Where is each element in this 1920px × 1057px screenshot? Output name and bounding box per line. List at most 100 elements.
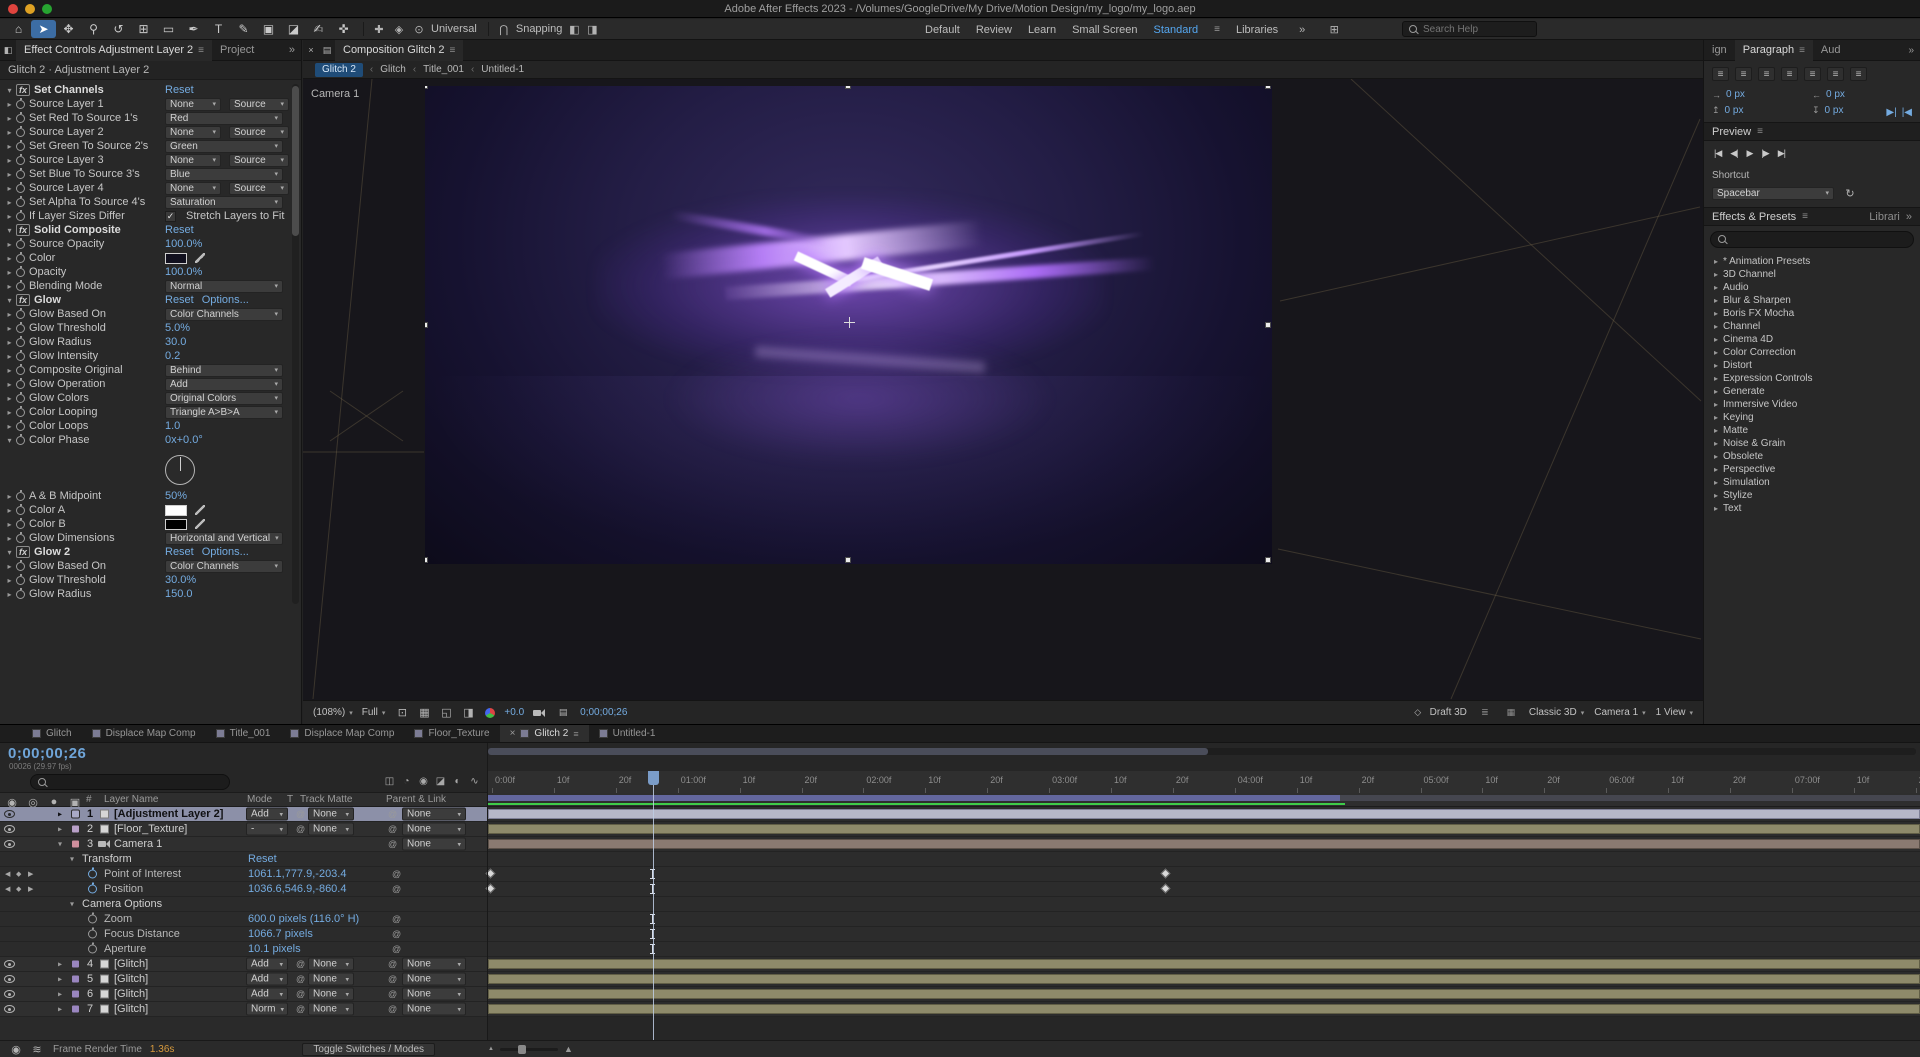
effect-row-color-loops[interactable]: ▸ Color Loops 1.0 <box>0 419 292 433</box>
workspace-learn[interactable]: Learn <box>1028 24 1056 36</box>
effect-row-source-opacity[interactable]: ▸ Source Opacity 100.0% <box>0 237 292 251</box>
keyframe-diamond[interactable] <box>1160 868 1171 879</box>
layer-entry-7[interactable]: ▸ 7 [Glitch] Norm ▾ @ None ▾ @ None ▾ <box>0 1002 488 1017</box>
effect-row-source-layer-3[interactable]: ▸ Source Layer 3 None ▾ Source ▾ <box>0 153 292 167</box>
anchor-point-crosshair[interactable] <box>844 317 855 328</box>
parent-pickwhip-icon[interactable]: @ <box>388 824 397 834</box>
layer-color-label[interactable] <box>71 809 80 819</box>
track-area[interactable] <box>488 807 1920 822</box>
breadcrumb-title-001[interactable]: Title_001 <box>423 64 464 75</box>
transparency-grid-icon[interactable]: ▦ <box>416 705 432 721</box>
axis-mode-label[interactable]: Universal <box>431 23 477 35</box>
blend-mode-dropdown[interactable]: Add ▾ <box>246 807 288 821</box>
tab-audio[interactable]: Aud <box>1813 40 1849 61</box>
exposure-value[interactable]: +0.0 <box>504 707 524 718</box>
blend-mode-dropdown[interactable]: Add ▾ <box>246 957 288 971</box>
stopwatch-icon[interactable] <box>16 237 25 249</box>
previous-keyframe-icon[interactable]: ◀ <box>5 870 10 878</box>
track-area[interactable] <box>488 912 1920 927</box>
dropdown[interactable]: Add ▾ <box>165 377 283 391</box>
timeline-tab-glitch-2[interactable]: × Glitch 2 ≡ <box>499 725 589 742</box>
track-matte-dropdown[interactable]: None ▾ <box>308 1002 354 1016</box>
time-ruler[interactable]: 0:00f 10f 20f 01:00f 10f 20f 02:00f 10f 20f 03:00… <box>488 771 1920 793</box>
dropdown[interactable]: Color Channels ▾ <box>165 307 283 321</box>
timeline-tab-glitch[interactable]: Glitch <box>22 725 82 742</box>
column-mode[interactable]: Mode <box>247 794 272 805</box>
layer-entry-5[interactable]: ▸ 5 [Glitch] Add ▾ @ None ▾ @ None ▾ <box>0 972 488 987</box>
checkbox[interactable]: ✓ <box>165 210 176 222</box>
effect-row-composite-original[interactable]: ▸ Composite Original Behind ▾ <box>0 363 292 377</box>
track-area[interactable] <box>488 852 1920 867</box>
color-swatch[interactable] <box>165 518 187 530</box>
stopwatch-icon[interactable] <box>16 265 25 277</box>
effect-row-source-layer-4[interactable]: ▸ Source Layer 4 None ▾ Source ▾ <box>0 181 292 195</box>
world-axis-mode-icon[interactable]: ◈ <box>391 21 407 37</box>
more-tabs-icon[interactable]: » <box>1906 211 1912 223</box>
layer-duration-bar[interactable] <box>488 809 1920 819</box>
effect-controls-scrollbar[interactable] <box>292 84 299 604</box>
close-panel-icon[interactable]: × <box>303 42 319 58</box>
dropdown[interactable]: Normal ▾ <box>165 279 283 293</box>
stopwatch-icon[interactable] <box>16 433 25 445</box>
layer-name[interactable]: [Glitch] <box>114 973 148 985</box>
category-text[interactable]: ▸ Text <box>1704 502 1920 515</box>
local-axis-mode-icon[interactable]: ✚ <box>371 21 387 37</box>
shape-tool[interactable]: ▭ <box>156 20 181 38</box>
track-matte-pickwhip-icon[interactable]: @ <box>296 1004 305 1014</box>
timeline-zoom-slider[interactable] <box>499 1044 558 1054</box>
ground-plane-icon[interactable]: ▦ <box>1503 705 1519 721</box>
stopwatch-icon[interactable] <box>88 912 97 924</box>
twirl-icon[interactable]: ▸ <box>4 520 15 529</box>
dropdown[interactable]: Behind ▾ <box>165 363 283 377</box>
timeline-zoom-in-icon[interactable]: ▲ <box>564 1044 573 1054</box>
twirl-icon[interactable]: ▸ <box>4 394 15 403</box>
camera-view-dropdown[interactable]: Camera 1 ▾ <box>1594 707 1645 718</box>
justify-last-center-button[interactable]: ≡ <box>1804 67 1821 81</box>
roto-brush-tool[interactable]: ✍ <box>306 20 331 38</box>
guides-options-icon[interactable]: ◨ <box>460 705 476 721</box>
tab-paragraph[interactable]: Paragraph ≡ <box>1734 39 1813 61</box>
performance-icon[interactable]: ≋ <box>29 1041 45 1057</box>
track-area[interactable] <box>488 987 1920 1002</box>
clone-stamp-tool[interactable]: ▣ <box>256 20 281 38</box>
eyedropper-icon[interactable] <box>195 519 205 529</box>
track-area[interactable] <box>488 972 1920 987</box>
text-direction-rtl-icon[interactable]: |◀ <box>1902 107 1912 118</box>
frame-blending-icon[interactable]: ◪ <box>433 774 448 789</box>
dropdown[interactable]: Source ▾ <box>229 97 289 111</box>
dropdown[interactable]: Green ▾ <box>165 139 283 153</box>
timeline-search-box[interactable] <box>30 774 230 790</box>
column-layer-name[interactable]: Layer Name <box>104 794 158 805</box>
effect-row-glow-radius[interactable]: ▸ Glow Radius 30.0 <box>0 335 292 349</box>
draft-3d-toggle[interactable]: ◇ Draft 3D <box>1410 705 1467 721</box>
parent-pickwhip-icon[interactable]: @ <box>388 1004 397 1014</box>
tab-project[interactable]: Project <box>212 40 262 61</box>
workspace-libraries[interactable]: Libraries <box>1236 24 1278 36</box>
twirl-icon[interactable]: ▸ <box>4 590 15 599</box>
twirl-icon[interactable]: ▸ <box>4 184 15 193</box>
value-text[interactable]: 0x+0.0° <box>165 434 203 446</box>
twirl-icon[interactable]: ▸ <box>4 170 15 179</box>
effect-row-set-blue-to-source-3-s[interactable]: ▸ Set Blue To Source 3's Blue ▾ <box>0 167 292 181</box>
shy-layers-icon[interactable]: ◉ <box>416 774 431 789</box>
layer-entry-4[interactable]: ▸ 4 [Glitch] Add ▾ @ None ▾ @ None ▾ <box>0 957 488 972</box>
workspace-grid-icon[interactable]: ⊞ <box>1326 22 1342 38</box>
pan-behind-tool[interactable]: ⊞ <box>131 20 156 38</box>
track-area[interactable] <box>488 822 1920 837</box>
timeline-zoom-out-icon[interactable]: ▲ <box>488 1046 494 1052</box>
eyedropper-icon[interactable] <box>195 505 205 515</box>
field-value[interactable]: 0 px <box>1726 89 1745 100</box>
snapping-label[interactable]: Snapping <box>516 23 563 35</box>
help-search-input[interactable] <box>1423 23 1530 35</box>
twirl-icon[interactable]: ▸ <box>4 254 15 263</box>
snap-to-feature-icon[interactable]: ◧ <box>566 21 582 37</box>
selection-handle[interactable] <box>1265 86 1271 89</box>
track-matte-dropdown[interactable]: None ▾ <box>308 987 354 1001</box>
keyframe-diamond[interactable] <box>1160 883 1171 894</box>
help-search-box[interactable] <box>1402 21 1537 37</box>
effect-row-set-channels[interactable]: ▾ fx Set Channels Reset <box>0 83 292 97</box>
layer-entry-6[interactable]: ▸ 6 [Glitch] Add ▾ @ None ▾ @ None ▾ <box>0 987 488 1002</box>
twirl-icon[interactable]: ▸ <box>4 128 15 137</box>
dropdown[interactable]: Blue ▾ <box>165 167 283 181</box>
track-area[interactable] <box>485 867 1920 882</box>
